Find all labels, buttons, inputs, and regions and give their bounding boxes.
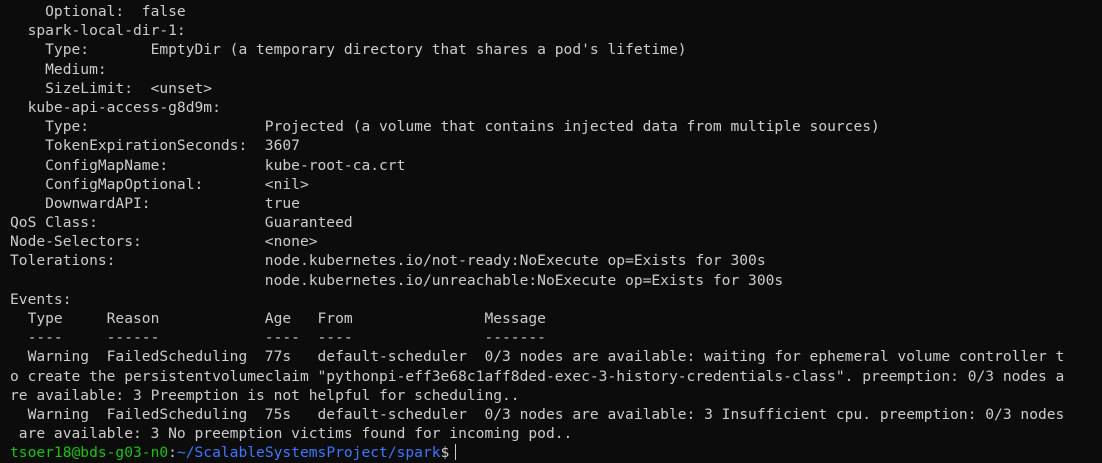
output-line: Medium: — [10, 60, 107, 78]
prompt-separator: : — [168, 444, 177, 462]
event-row: Warning FailedScheduling 75s default-sch… — [10, 405, 1065, 423]
terminal-window[interactable]: Optional: false spark-local-dir-1: Type:… — [0, 0, 1102, 462]
prompt-symbol: $ — [440, 444, 450, 462]
event-row-wrap: are available: 3 No preemption victims f… — [10, 425, 573, 443]
event-row-wrap: re available: 3 Preemption is not helpfu… — [10, 386, 520, 404]
text-cursor[interactable] — [455, 444, 457, 461]
prompt-user-host: tsoer18@bds-g03-n0 — [10, 444, 169, 462]
events-header-row: Type Reason Age From Message — [10, 310, 546, 327]
event-row-wrap: o create the persistentvolumeclaim "pyth… — [10, 367, 1065, 385]
events-header-underline: ---- ------ ---- ---- ------- — [10, 329, 546, 347]
output-line: spark-local-dir-1: — [10, 22, 186, 40]
output-line: ConfigMapName: kube-root-ca.crt — [10, 156, 406, 174]
output-line: TokenExpirationSeconds: 3607 — [10, 137, 300, 155]
output-line: DownwardAPI: true — [10, 194, 300, 212]
output-line: ConfigMapOptional: <nil> — [10, 175, 309, 193]
output-line: node.kubernetes.io/unreachable:NoExecute… — [10, 271, 784, 289]
output-line: Type: EmptyDir (a temporary directory th… — [10, 41, 687, 59]
output-line: Events: — [10, 290, 72, 308]
output-line: Type: Projected (a volume that contains … — [10, 118, 880, 136]
output-line: Optional: false — [10, 3, 186, 20]
event-row: Warning FailedScheduling 77s default-sch… — [10, 348, 1065, 366]
output-line: kube-api-access-g8d9m: — [10, 98, 221, 116]
output-line: Tolerations: node.kubernetes.io/not-read… — [10, 252, 766, 270]
output-line: QoS Class: Guaranteed — [10, 214, 353, 232]
output-line: Node-Selectors: <none> — [10, 233, 318, 251]
prompt-path: ~/ScalableSystemsProject/spark — [176, 444, 441, 462]
output-line: SizeLimit: <unset> — [10, 79, 213, 97]
